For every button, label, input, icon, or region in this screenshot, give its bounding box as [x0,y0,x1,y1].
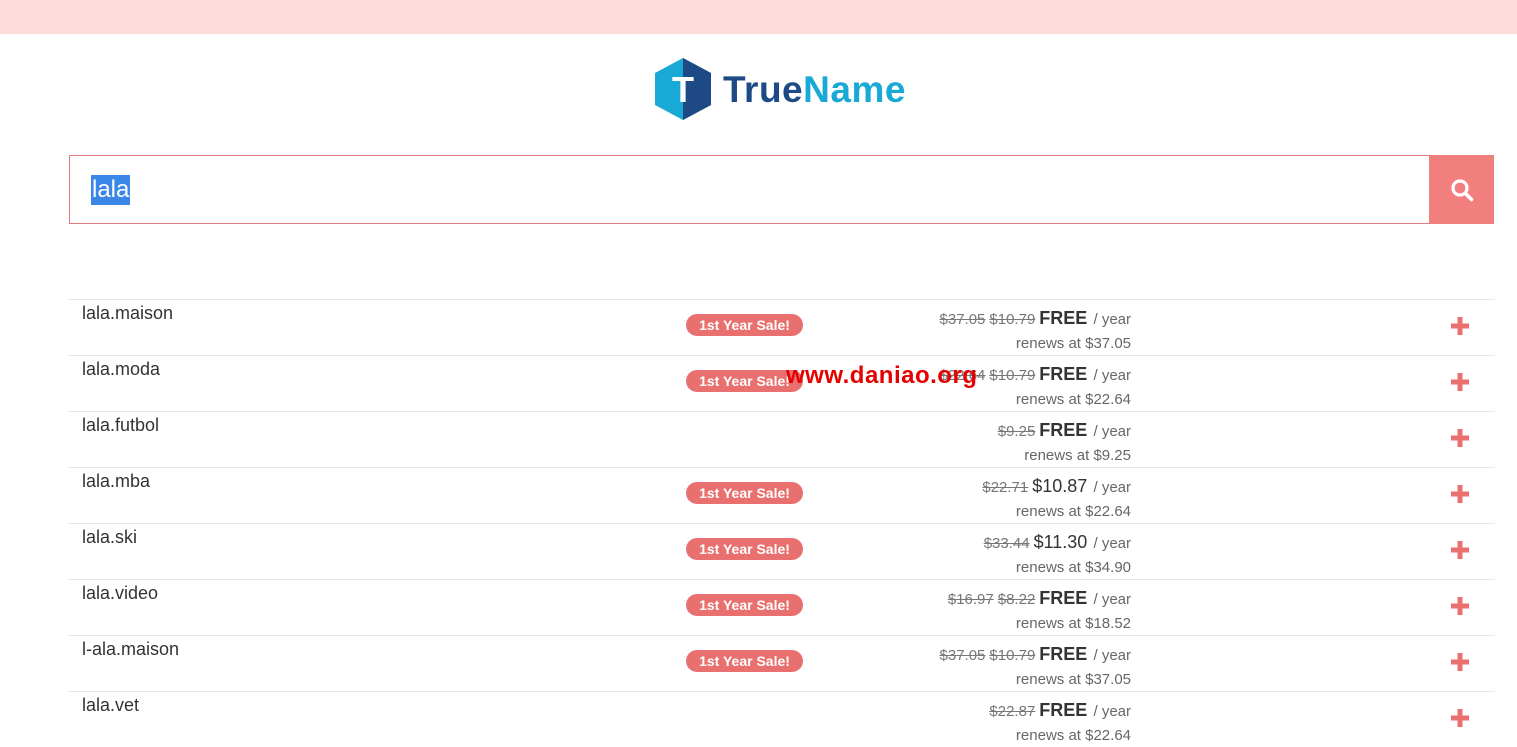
watermark-text: www.daniao.org [786,362,978,389]
search-button[interactable] [1429,155,1494,224]
original-price: $22.87 [989,703,1036,720]
domain-name[interactable]: lala.moda [82,359,160,380]
renewal-price: renews at $22.64 [1015,727,1131,744]
logo-letter: T [672,69,694,110]
current-price: $11.30 [1033,532,1088,552]
price-unit: / year [1093,311,1131,328]
sale-badge: 1st Year Sale! [686,650,803,672]
current-price: FREE [1039,364,1088,384]
domain-name[interactable]: lala.video [82,583,158,604]
renewal-price: renews at $37.05 [1015,671,1131,688]
renewal-price: renews at $34.90 [1015,559,1131,576]
current-price: FREE [1039,588,1088,608]
original-price: $9.25 [997,423,1036,440]
top-banner [0,0,1517,34]
sale-badge: 1st Year Sale! [686,594,803,616]
result-row: lala.maison 1st Year Sale! $37.05 $10.79 F… [69,299,1495,355]
add-to-cart-plus-icon[interactable] [1450,428,1470,448]
result-row: lala.moda 1st Year Sale! $22.64 $10.79 FRE… [69,355,1495,411]
logo-word-true: True [723,68,804,110]
result-row: lala.video 1st Year Sale! $16.97 $8.22 FRE… [69,579,1495,635]
logo-word-name: Name [803,68,906,110]
price-line: $16.97 $8.22 FREE / year [948,588,1131,609]
sale-badge: 1st Year Sale! [686,482,803,504]
domain-name[interactable]: l-ala.maison [82,639,179,660]
price-line: $33.44 $11.30 / year [984,532,1131,553]
price-unit: / year [1093,423,1131,440]
add-to-cart-plus-icon[interactable] [1450,372,1470,392]
price-unit: / year [1093,591,1131,608]
sale-price: $10.79 [989,367,1036,384]
renewal-price: renews at $37.05 [1015,335,1131,352]
domain-name[interactable]: lala.futbol [82,415,159,436]
logo-wordmark: TrueName [723,71,906,108]
sale-price: $10.79 [989,647,1036,664]
sale-price: $8.22 [997,591,1036,608]
domain-name[interactable]: lala.ski [82,527,137,548]
price-unit: / year [1093,535,1131,552]
add-to-cart-plus-icon[interactable] [1450,540,1470,560]
result-row: lala.mba 1st Year Sale! $22.71 $10.87 / y… [69,467,1495,523]
search-icon [1450,178,1473,201]
renewal-price: renews at $9.25 [1024,447,1131,464]
current-price: FREE [1039,308,1088,328]
add-to-cart-plus-icon[interactable] [1450,596,1470,616]
price-line: $37.05 $10.79 FREE / year [940,644,1131,665]
domain-name[interactable]: lala.maison [82,303,173,324]
renewal-price: renews at $22.64 [1015,503,1131,520]
domain-name[interactable]: lala.mba [82,471,150,492]
truename-logo[interactable]: T TrueName [655,58,906,120]
price-unit: / year [1093,479,1131,496]
price-line: $37.05 $10.79 FREE / year [940,308,1131,329]
original-price: $33.44 [983,535,1030,552]
domain-search-bar: lala [69,155,1494,224]
original-price: $22.71 [982,479,1029,496]
price-unit: / year [1093,703,1131,720]
original-price: $16.97 [947,591,994,608]
add-to-cart-plus-icon[interactable] [1450,316,1470,336]
price-unit: / year [1093,367,1131,384]
search-query-text: lala [91,174,131,205]
current-price: $10.87 [1032,476,1088,496]
price-unit: / year [1093,647,1131,664]
original-price: $37.05 [939,311,986,328]
current-price: FREE [1039,644,1088,664]
price-line: $22.87 FREE / year [989,700,1131,721]
price-line: $9.25 FREE / year [998,420,1131,441]
result-row: lala.vet $22.87 FREE / year renews at $22… [69,691,1495,747]
domain-name[interactable]: lala.vet [82,695,139,716]
renewal-price: renews at $22.64 [1015,391,1131,408]
current-price: FREE [1039,420,1088,440]
sale-price: $10.79 [989,311,1036,328]
current-price: FREE [1039,700,1088,720]
sale-badge: 1st Year Sale! [686,538,803,560]
sale-badge: 1st Year Sale! [686,314,803,336]
result-row: l-ala.maison 1st Year Sale! $37.05 $10.79… [69,635,1495,691]
search-results-list: lala.maison 1st Year Sale! $37.05 $10.79 F… [69,299,1495,747]
add-to-cart-plus-icon[interactable] [1450,652,1470,672]
price-line: $22.71 $10.87 / year [982,476,1131,497]
add-to-cart-plus-icon[interactable] [1450,484,1470,504]
renewal-price: renews at $18.52 [1015,615,1131,632]
original-price: $37.05 [939,647,986,664]
result-row: lala.ski 1st Year Sale! $33.44 $11.30 / y… [69,523,1495,579]
logo-hexagon-icon: T [655,58,711,120]
add-to-cart-plus-icon[interactable] [1450,708,1470,728]
result-row: lala.futbol $9.25 FREE / year renews at $… [69,411,1495,467]
search-input[interactable]: lala [69,155,1429,224]
